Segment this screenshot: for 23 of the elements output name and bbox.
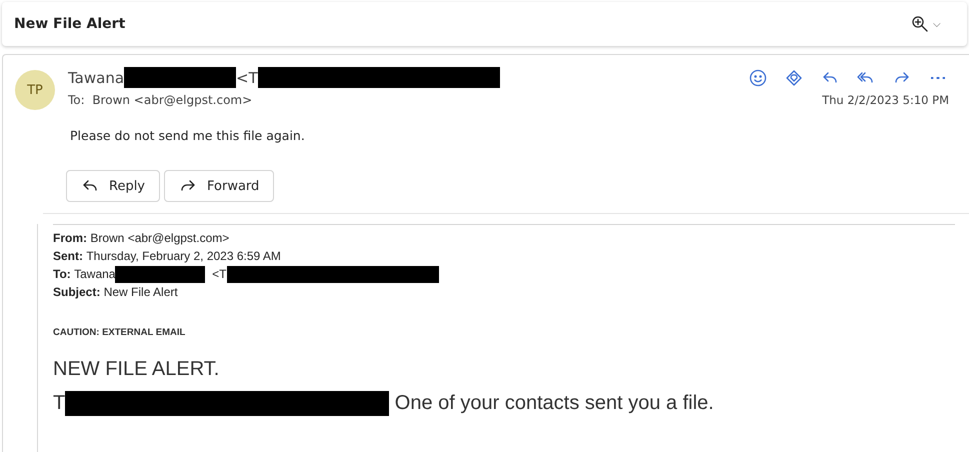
zoom-in-icon [911,15,929,33]
forward-button[interactable]: Forward [164,170,274,202]
zoom-menu-caret[interactable]: ⌵ [933,18,941,30]
quoted-header-line: To: Tawana <T [53,265,949,283]
quoted-header-line: Subject: New File Alert [53,284,179,301]
body-text: One of your contacts sent you a file. [394,392,714,415]
quoted-header-line: Sent: Thursday, February 2, 2023 6:59 AM [53,248,282,265]
immersive-button[interactable] [785,68,803,86]
quoted-header-line: From: Brown <abr@elgpst.com> [53,230,230,247]
sender-name[interactable]: Tawana [68,68,124,86]
caution-notice: CAUTION: EXTERNAL EMAIL [53,327,186,338]
body-text: T [53,392,66,415]
smiley-icon [749,68,767,86]
received-date: Thu 2/2/2023 5:10 PM [822,93,949,107]
reply-button[interactable]: Reply [66,170,160,202]
alert-headline: NEW FILE ALERT. [53,358,220,381]
sender-avatar: TP [15,70,55,110]
recipient-line: To: Brown <abr@elgpst.com> [68,93,252,107]
heart-diamond-icon [785,68,803,86]
message-body: Please do not send me this file again. [70,128,306,143]
email-subject: New File Alert [14,16,126,32]
sender-address: <T [236,68,258,86]
reaction-button[interactable] [749,68,767,86]
